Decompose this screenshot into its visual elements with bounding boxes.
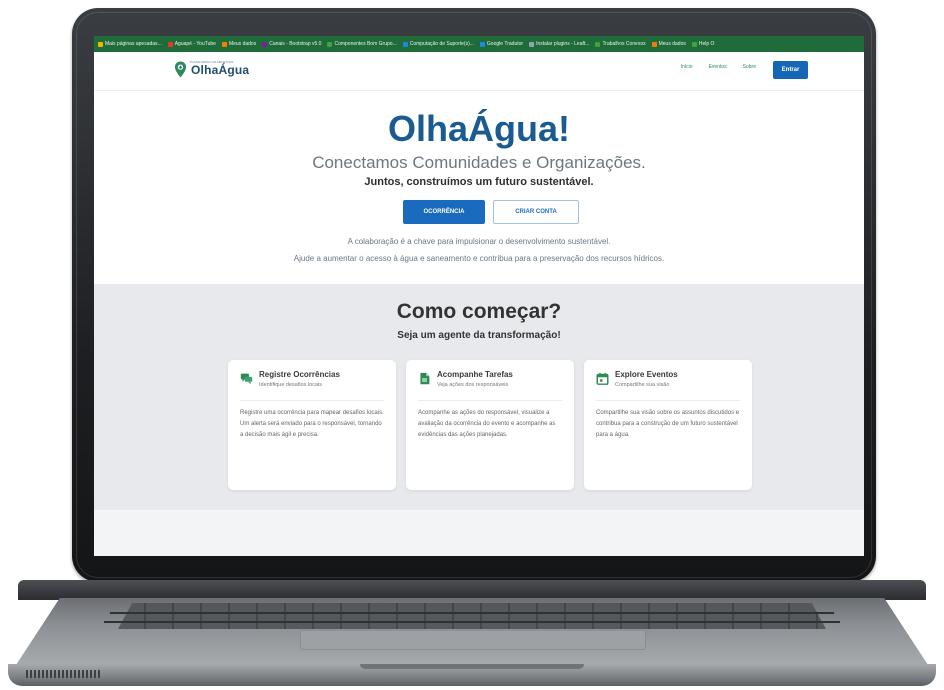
laptop-keyboard	[118, 603, 826, 629]
nav-links: Início Eventos Sobre	[681, 64, 756, 70]
bookmark-item[interactable]: Computação de Suporte(s)...	[402, 41, 474, 47]
page-bottom-band	[94, 510, 864, 556]
card-header: Registre Ocorrências Identifique desafio…	[240, 370, 386, 388]
how-to-start-section: Como começar? Seja um agente da transfor…	[94, 284, 864, 510]
card-body: Registre uma ocorrência para mapear desa…	[240, 410, 384, 438]
site-logo[interactable]: PLATAFORMA COLABORATIVA OlhaÁgua	[174, 60, 250, 78]
bookmark-favicon-icon	[691, 41, 697, 47]
bookmark-favicon-icon	[595, 41, 601, 47]
bookmark-item[interactable]: Componentes Bom Grupo...	[327, 41, 397, 47]
bookmark-item[interactable]: Help O	[691, 41, 715, 47]
card-title: Registre Ocorrências	[259, 370, 340, 379]
hero-title: OlhaÁgua!	[387, 108, 570, 149]
bookmark-label: Mais páginas apesadas...	[105, 41, 162, 47]
bookmark-favicon-icon	[98, 41, 103, 47]
card-track-tasks[interactable]: Acompanhe Tarefas Veja ações dos respons…	[406, 360, 574, 490]
card-header: Explore Eventos Compartilhe sua visão	[596, 370, 742, 388]
hero-subtitle: Conectamos Comunidades e Organizações.	[312, 153, 646, 172]
bookmark-item[interactable]: Google Tradutor	[479, 41, 524, 47]
hero-tagline: Juntos, construímos um futuro sustentáve…	[364, 176, 594, 188]
bookmark-favicon-icon	[651, 41, 657, 47]
bookmark-favicon-icon	[529, 41, 535, 47]
bookmark-favicon-icon	[402, 41, 408, 47]
card-text-wrap: Explore Eventos Compartilhe sua visão	[615, 370, 678, 388]
card-subtitle: Compartilhe sua visão	[615, 382, 670, 388]
bookmark-label: Help O	[698, 41, 715, 47]
bookmark-favicon-icon	[262, 41, 268, 47]
laptop-screen: Mais páginas apesadas... Aguapé - YouTube…	[94, 36, 864, 556]
bookmark-label: Google Tradutor	[486, 41, 524, 47]
logo-caption: PLATAFORMA COLABORATIVA	[190, 60, 234, 64]
bookmark-item[interactable]: Meus dados	[221, 41, 257, 47]
bookmark-label: Trabalhos Conexos	[602, 41, 646, 47]
bookmark-item[interactable]: Instalar plugins - Leaft...	[529, 41, 589, 47]
card-body: Compartilhe sua visão sobre os assuntos …	[596, 410, 740, 438]
card-divider	[596, 400, 740, 401]
bookmark-favicon-icon	[221, 41, 227, 47]
bookmark-item[interactable]: Meus dados	[651, 41, 686, 47]
logo-text: OlhaÁgua	[191, 62, 250, 77]
bookmark-label: Componentes Bom Grupo...	[334, 41, 397, 47]
bookmark-label: Canais - Bootstrap v5.0	[269, 41, 322, 47]
bookmark-favicon-icon	[167, 41, 173, 47]
nav-link-inicio[interactable]: Início	[681, 64, 693, 70]
how-to-start-title: Como começar?	[396, 300, 562, 323]
bookmark-label: Meus dados	[228, 41, 257, 47]
nav-link-eventos[interactable]: Eventos	[709, 64, 727, 70]
bookmark-label: Aguapé - YouTube	[174, 41, 216, 47]
login-button[interactable]: Entrar	[773, 61, 808, 79]
keyboard-row-divider	[110, 612, 834, 614]
nav-link-sobre[interactable]: Sobre	[743, 64, 756, 70]
collab-text-line1: A colaboração é a chave para impulsionar…	[347, 237, 611, 246]
bookmark-item[interactable]: Canais - Bootstrap v5.0	[262, 41, 321, 47]
bookmark-item[interactable]: Mais páginas apesadas...	[98, 41, 162, 47]
collab-text-line2: Ajude a aumentar o acesso à água e sanea…	[293, 254, 665, 263]
card-body: Acompanhe as ações do responsável, visua…	[418, 410, 556, 438]
laptop-hinge	[18, 580, 926, 600]
bookmark-label: Computação de Suporte(s)...	[409, 41, 474, 47]
chat-icon	[240, 373, 253, 385]
bookmark-label: Instalar plugins - Leaft...	[536, 41, 590, 47]
card-divider	[418, 400, 562, 401]
report-occurrence-button[interactable]: OCORRÊNCIA	[403, 200, 485, 224]
bookmarks-bar: Mais páginas apesadas... Aguapé - YouTube…	[94, 36, 864, 52]
laptop-vent	[26, 670, 100, 678]
laptop-touchpad	[300, 630, 646, 650]
create-account-button[interactable]: CRIAR CONTA	[493, 200, 579, 224]
card-text-wrap: Registre Ocorrências Identifique desafio…	[259, 370, 340, 388]
card-divider	[240, 400, 384, 401]
card-subtitle: Identifique desafios locais	[259, 382, 322, 388]
card-header: Acompanhe Tarefas Veja ações dos respons…	[418, 370, 564, 388]
card-title: Explore Eventos	[615, 370, 678, 379]
bookmark-label: Meus dados	[658, 41, 686, 47]
bookmark-item[interactable]: Aguapé - YouTube	[167, 41, 216, 47]
document-icon	[420, 372, 430, 385]
bookmark-favicon-icon	[327, 41, 333, 47]
site-navbar: PLATAFORMA COLABORATIVA OlhaÁgua Início …	[94, 52, 864, 91]
card-subtitle: Veja ações dos responsáveis	[437, 382, 509, 388]
card-explore-events[interactable]: Explore Eventos Compartilhe sua visão Co…	[584, 360, 752, 490]
card-text-wrap: Acompanhe Tarefas Veja ações dos respons…	[437, 370, 513, 388]
keyboard-row-divider	[104, 621, 840, 623]
calendar-icon	[596, 372, 609, 385]
card-title: Acompanhe Tarefas	[437, 370, 513, 379]
laptop-notch	[360, 664, 584, 669]
how-to-start-subtitle: Seja um agente da transformação!	[397, 330, 561, 341]
card-register-occurrences[interactable]: Registre Ocorrências Identifique desafio…	[228, 360, 396, 490]
bookmark-favicon-icon	[479, 41, 485, 47]
map-pin-icon	[174, 61, 187, 78]
bookmark-item[interactable]: Trabalhos Conexos	[595, 41, 646, 47]
